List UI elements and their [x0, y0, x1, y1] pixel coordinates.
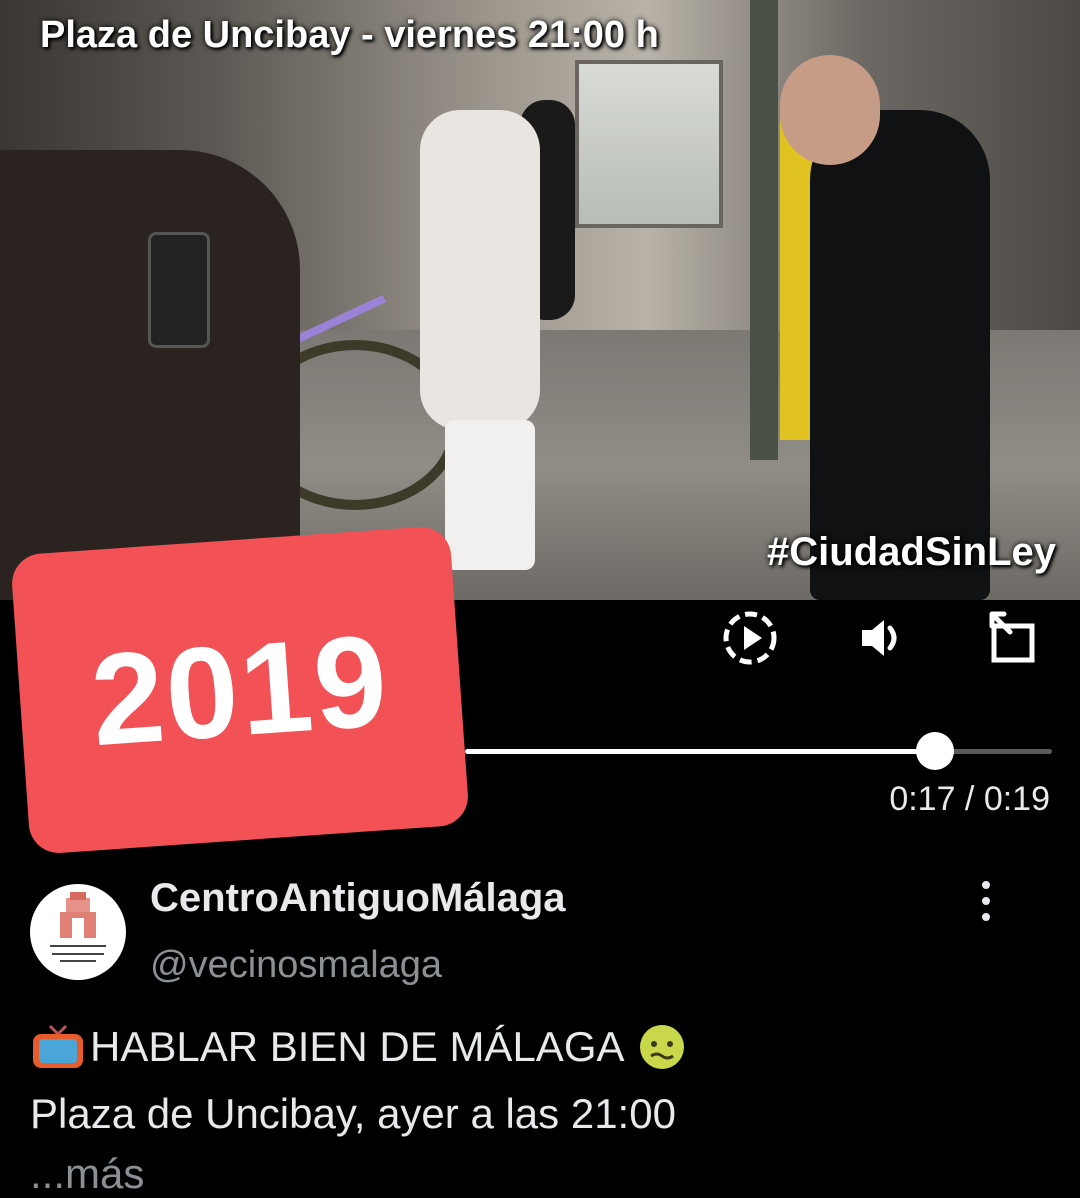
fullscreen-button[interactable]: [982, 606, 1046, 670]
video-frame-person-legs: [445, 420, 535, 570]
video-caption: Plaza de Uncibay - viernes 21:00 h: [40, 14, 659, 56]
video-frame-man-head: [780, 55, 880, 165]
year-stamp-text: 2019: [86, 606, 394, 774]
volume-icon: [862, 620, 897, 656]
video-hashtag: #CiudadSinLey: [767, 530, 1056, 574]
video-player[interactable]: Plaza de Uncibay - viernes 21:00 h #Ciud…: [0, 0, 1080, 600]
tweet-text-line-1: HABLAR BIEN DE MÁLAGA: [30, 1022, 687, 1072]
author-name[interactable]: CentroAntiguoMálaga: [150, 876, 566, 921]
video-frame-person-filming: [0, 150, 300, 600]
video-frame-phone: [148, 232, 210, 348]
more-options-button[interactable]: [966, 876, 1006, 926]
video-frame-pole: [750, 0, 778, 460]
video-time-label: 0:17 / 0:19: [889, 780, 1050, 818]
tweet-headline: HABLAR BIEN DE MÁLAGA: [90, 1023, 625, 1070]
nauseated-face-emoji-icon: [639, 1025, 684, 1069]
television-emoji-icon: [33, 1024, 83, 1068]
fullscreen-icon: [989, 611, 1035, 663]
year-stamp: 2019: [10, 525, 470, 855]
tweet-text-line-2: Plaza de Uncibay, ayer a las 21:00: [30, 1090, 676, 1137]
video-progress-fill: [465, 749, 935, 754]
volume-button[interactable]: [850, 606, 914, 670]
author-handle[interactable]: @vecinosmalaga: [150, 944, 442, 987]
replay-button[interactable]: [718, 606, 782, 670]
replay-icon: [723, 611, 777, 665]
video-progress-bar[interactable]: [465, 732, 1052, 770]
avatar[interactable]: [30, 884, 126, 980]
more-vertical-icon: [982, 881, 990, 921]
centro-antiguo-logo-icon: [50, 892, 106, 962]
show-more-link[interactable]: ...más: [30, 1150, 144, 1198]
video-frame-man-black-shirt: [810, 110, 990, 600]
video-frame-window: [575, 60, 723, 228]
video-progress-handle[interactable]: [915, 732, 954, 770]
video-frame-person-costume: [420, 110, 540, 430]
